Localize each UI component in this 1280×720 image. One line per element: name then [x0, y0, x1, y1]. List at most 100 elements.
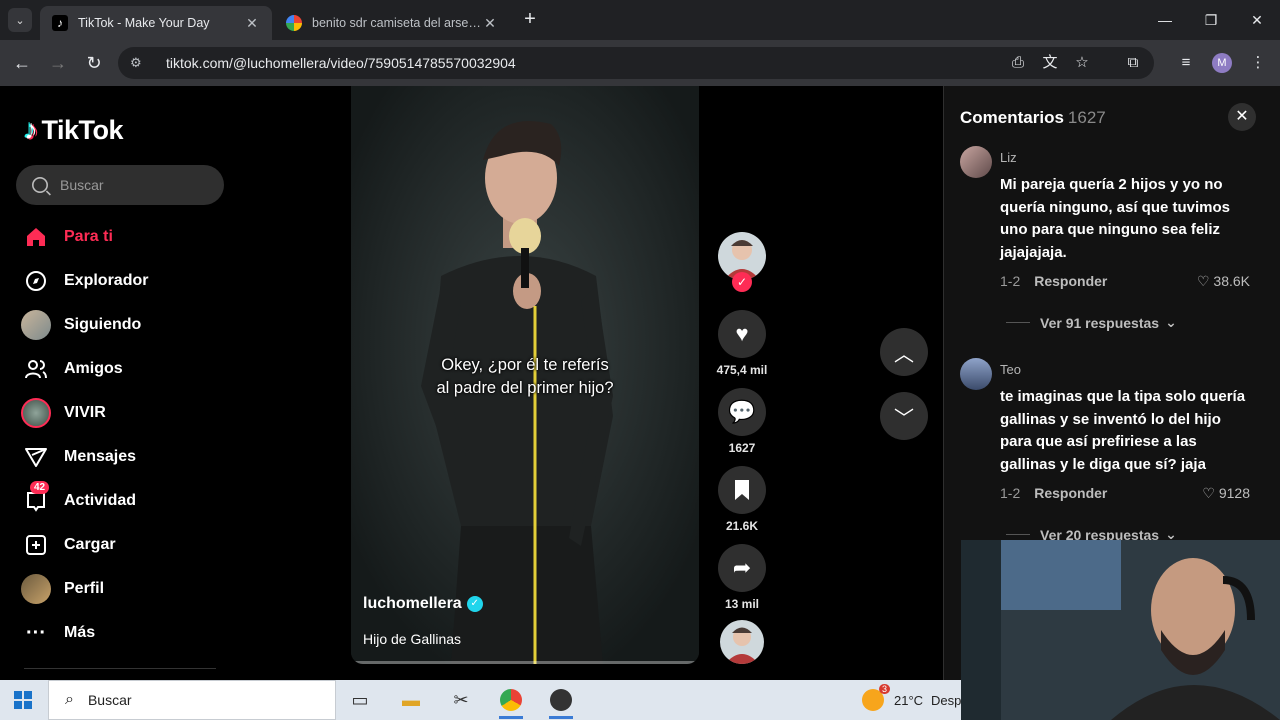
install-app-icon[interactable]: ⎙	[1007, 52, 1029, 74]
google-favicon-icon	[286, 15, 302, 31]
profile-avatar	[20, 573, 52, 605]
like-count: 475,4 mil	[716, 363, 768, 377]
video-caption: Okey, ¿por él te referís al padre del pr…	[436, 356, 614, 397]
chevron-up-icon: ︿	[894, 343, 914, 366]
share-button[interactable]: ➦	[718, 544, 766, 592]
comment-like-button[interactable]: ♡ 9128	[1194, 485, 1250, 502]
obs-icon[interactable]	[541, 684, 581, 719]
sidebar-item-vivir[interactable]: VIVIR	[20, 393, 224, 433]
tiktok-logo[interactable]: ♪ TikTok	[24, 114, 124, 146]
back-button[interactable]: ←	[10, 51, 34, 75]
tab-tiktok[interactable]: ♪ TikTok - Make Your Day ✕	[40, 6, 272, 40]
sound-disc-avatar[interactable]	[720, 620, 764, 664]
windows-taskbar: ⌕ Buscar ▭ ▬ ✂ 3 21°C Desp	[0, 680, 961, 720]
task-view-icon[interactable]: ▭	[340, 684, 380, 716]
tab-search-button[interactable]: ⌄	[8, 8, 32, 32]
tab-close-icon[interactable]: ✕	[244, 15, 260, 32]
sidebar-divider	[24, 668, 216, 669]
tiktok-sidebar: ♪ TikTok Para ti Explorador Siguiendo Am…	[0, 86, 240, 680]
extensions-icon[interactable]: ⧉	[1122, 52, 1144, 74]
comment-avatar[interactable]	[960, 358, 992, 390]
file-explorer-icon[interactable]: ▬	[391, 684, 431, 716]
sidebar-item-mensajes[interactable]: Mensajes	[20, 437, 224, 477]
forward-button[interactable]: →	[46, 51, 70, 75]
compass-icon	[20, 265, 52, 297]
site-info-icon[interactable]: ⚙	[130, 55, 148, 71]
bookmark-star-icon[interactable]: ☆	[1071, 52, 1093, 74]
save-count: 21.6K	[725, 519, 759, 533]
follow-check-icon[interactable]: ✓	[732, 272, 752, 292]
activity-badge: 42	[30, 481, 50, 494]
minimize-button[interactable]: —	[1142, 0, 1188, 40]
reply-button[interactable]: Responder	[1034, 273, 1107, 289]
following-avatar	[20, 309, 52, 341]
search-box[interactable]	[16, 165, 224, 205]
share-count: 13 mil	[724, 597, 760, 611]
heart-outline-icon: ♡	[1196, 273, 1210, 289]
next-video-button[interactable]: ﹀	[880, 392, 928, 440]
weather-widget[interactable]: 3 21°C Desp	[862, 680, 961, 720]
comment-like-count: 38.6K	[1213, 273, 1250, 289]
media-control-icon[interactable]: ≡	[1175, 52, 1197, 74]
browser-tabstrip: ⌄ ♪ TikTok - Make Your Day ✕ benito sdr …	[0, 0, 1280, 40]
comment-like-count: 9128	[1218, 485, 1250, 501]
browser-menu-icon[interactable]: ⋮	[1247, 52, 1269, 74]
restore-button[interactable]: ❐	[1188, 0, 1234, 40]
reload-button[interactable]: ↻	[82, 51, 106, 75]
view-replies-button[interactable]: Ver 91 respuestas ⌄	[1006, 314, 1177, 331]
video-progress-bar[interactable]	[351, 661, 699, 664]
verified-badge-icon: ✓	[466, 596, 483, 612]
weather-text: Desp	[931, 692, 962, 708]
webcam-overlay	[961, 540, 1280, 720]
profile-avatar[interactable]: M	[1212, 53, 1232, 73]
sidebar-item-para-ti[interactable]: Para ti	[20, 217, 224, 257]
sidebar-item-explorador[interactable]: Explorador	[20, 261, 224, 301]
sidebar-item-perfil[interactable]: Perfil	[20, 569, 224, 609]
tab-close-icon[interactable]: ✕	[482, 15, 498, 32]
browser-toolbar: ← → ↻ ⚙ tiktok.com/@luchomellera/video/7…	[0, 40, 1280, 86]
tab-title: benito sdr camiseta del arsenal	[312, 16, 482, 30]
sidebar-item-amigos[interactable]: Amigos	[20, 349, 224, 389]
video-player[interactable]: Okey, ¿por él te referís al padre del pr…	[351, 86, 699, 664]
previous-video-button[interactable]: ︿	[880, 328, 928, 376]
save-button[interactable]	[718, 466, 766, 514]
comment-date: 1-2	[1000, 485, 1021, 501]
sidebar-item-actividad[interactable]: 42 Actividad	[20, 481, 224, 521]
chrome-icon[interactable]	[491, 684, 531, 719]
sidebar-item-siguiendo[interactable]: Siguiendo	[20, 305, 224, 345]
close-comments-button[interactable]: ✕	[1228, 103, 1256, 131]
tab-google[interactable]: benito sdr camiseta del arsenal ✕	[274, 6, 510, 40]
search-icon: ⌕	[65, 691, 74, 708]
search-icon	[32, 177, 48, 193]
video-username[interactable]: luchomellera ✓	[363, 595, 483, 613]
new-tab-button[interactable]: +	[518, 8, 542, 32]
send-icon	[20, 441, 52, 473]
heart-icon: ♥	[735, 321, 749, 346]
translate-icon[interactable]: 文	[1039, 52, 1061, 74]
tab-title: TikTok - Make Your Day	[78, 16, 210, 30]
address-bar[interactable]: ⚙ tiktok.com/@luchomellera/video/7590514…	[118, 47, 1154, 79]
comment-username[interactable]: Liz	[1000, 150, 1017, 165]
close-window-button[interactable]: ✕	[1234, 0, 1280, 40]
comment-text: te imaginas que la tipa solo quería gall…	[1000, 388, 1246, 473]
capcut-icon[interactable]: ✂	[441, 684, 481, 716]
comment-like-button[interactable]: ♡ 38.6K	[1194, 273, 1250, 290]
search-input[interactable]	[60, 177, 210, 193]
weather-temp: 21°C	[894, 692, 924, 708]
windows-start-icon[interactable]	[14, 691, 32, 709]
comment-count: 1627	[728, 441, 756, 455]
video-description: Hijo de Gallinas	[363, 631, 462, 647]
sidebar-item-mas[interactable]: ··· Más	[20, 613, 224, 653]
comment-meta: 1-2 Responder	[1000, 485, 1107, 501]
more-icon: ···	[26, 621, 46, 644]
comment-username[interactable]: Teo	[1000, 362, 1021, 377]
comment-avatar[interactable]	[960, 146, 992, 178]
comment-button[interactable]: 💬	[718, 388, 766, 436]
share-icon: ➦	[732, 555, 752, 580]
sidebar-item-cargar[interactable]: Cargar	[20, 525, 224, 565]
like-button[interactable]: ♥	[718, 310, 766, 358]
taskbar-search[interactable]: ⌕ Buscar	[48, 680, 336, 720]
url-text: tiktok.com/@luchomellera/video/759051478…	[166, 55, 516, 71]
comment-text: Mi pareja quería 2 hijos y yo no quería …	[1000, 176, 1231, 261]
reply-button[interactable]: Responder	[1034, 485, 1107, 501]
